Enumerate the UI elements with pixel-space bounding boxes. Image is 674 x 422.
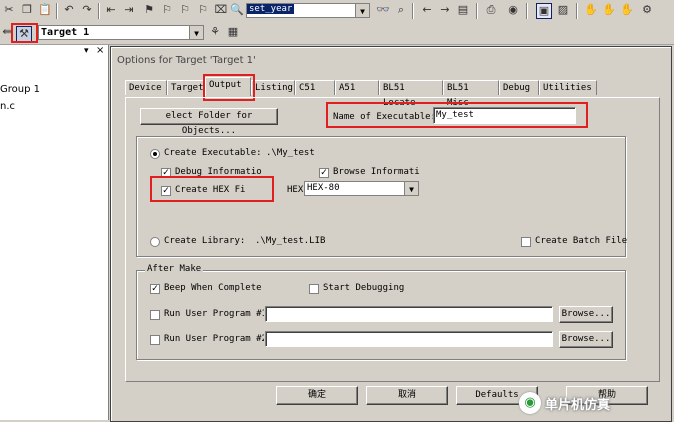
browse-info-label: Browse Informati: [333, 167, 420, 177]
paste-icon[interactable]: 📋: [38, 3, 52, 17]
bookmark-next-icon[interactable]: ⚐: [178, 3, 192, 17]
tab-device[interactable]: Device: [125, 80, 167, 95]
tree-item-file[interactable]: n.c: [0, 101, 15, 112]
hand-icon[interactable]: ✋: [620, 3, 634, 17]
select-folder-button[interactable]: elect Folder for Objects...: [140, 108, 278, 136]
library-path: .\My_test.LIB: [255, 236, 326, 246]
cancel-button[interactable]: 取消: [366, 386, 448, 405]
run-program-1-checkbox[interactable]: [150, 310, 160, 320]
chevron-down-icon[interactable]: ▼: [355, 4, 369, 17]
chevron-down-icon[interactable]: ▼: [189, 26, 203, 39]
tab-c51[interactable]: C51: [295, 80, 335, 95]
after-make-group: After Make ✓ Beep When Complete Start De…: [136, 264, 626, 360]
project-pane: ▾ × Group 1 n.c: [0, 45, 109, 420]
incremental-find-icon[interactable]: ⌕: [394, 3, 408, 17]
undo-icon[interactable]: ↶: [62, 3, 76, 17]
beep-label: Beep When Complete: [164, 283, 262, 293]
run-program-2-label: Run User Program #2: [164, 334, 264, 344]
browse-info-checkbox[interactable]: ✓: [319, 168, 329, 178]
run-program-1-input[interactable]: [265, 306, 553, 322]
build-toolbar: ⇚ ⚒ Target 1 ▼ ⚘ ▦: [0, 22, 674, 45]
clear-bookmarks-icon[interactable]: ⌧: [214, 3, 228, 17]
bookmark-prev-icon[interactable]: ⚐: [160, 3, 174, 17]
hex-format-label: HEX: [287, 185, 304, 195]
toolbar-separator: [56, 3, 58, 19]
run-program-2-checkbox[interactable]: [150, 335, 160, 345]
ok-button[interactable]: 确定: [276, 386, 358, 405]
hex-format-select[interactable]: HEX-80 ▼: [304, 181, 419, 196]
tab-listing[interactable]: Listing: [251, 80, 295, 95]
find-combo-value: set_year: [247, 4, 295, 14]
main-toolbar: ✂ ❐ 📋 ↶ ↷ ⇤ ⇥ ⚑ ⚐ ⚐ ⚐ ⌧ 🔍 set_year ▼ 👓 ⌕…: [0, 0, 674, 23]
tab-utilities[interactable]: Utilities: [539, 80, 597, 95]
tab-debug[interactable]: Debug: [499, 80, 539, 95]
wechat-logo-icon: ◉: [519, 392, 541, 414]
create-batch-checkbox[interactable]: [521, 237, 531, 247]
redo-icon[interactable]: ↷: [80, 3, 94, 17]
highlight-box: [326, 102, 588, 128]
back-arrow-icon[interactable]: ←: [420, 3, 434, 17]
run-program-1-label: Run User Program #1: [164, 309, 264, 319]
toolbar-separator: [476, 3, 478, 19]
tab-bl51-locate[interactable]: BL51 Locate: [379, 80, 443, 108]
goto-icon[interactable]: ▤: [456, 3, 470, 17]
after-make-title: After Make: [145, 264, 204, 274]
print-icon[interactable]: ⎙: [484, 3, 498, 17]
find-in-files-icon[interactable]: 🔍: [230, 3, 244, 17]
pane-pin-icon[interactable]: ▾: [84, 46, 89, 56]
executable-path: .\My_test: [266, 148, 315, 158]
toolbar-separator: [98, 3, 100, 19]
create-batch-label: Create Batch File: [535, 236, 628, 246]
run-program-2-input[interactable]: [265, 331, 553, 347]
toolbar-separator: [412, 3, 414, 19]
output-window-icon[interactable]: ▨: [556, 3, 570, 17]
configure-icon[interactable]: ⚙: [640, 3, 654, 17]
beep-checkbox[interactable]: ✓: [150, 284, 160, 294]
copy-icon[interactable]: ❐: [20, 3, 34, 17]
highlight-box: [11, 23, 38, 43]
bookmark-toggle-icon[interactable]: ⚑: [142, 3, 156, 17]
highlight-box: [150, 176, 274, 202]
create-executable-label: Create Executable:: [164, 148, 262, 158]
watermark-text: 单片机仿真: [545, 398, 611, 413]
options-dialog: Options for Target 'Target 1' Device Tar…: [110, 46, 672, 422]
create-executable-radio[interactable]: [150, 149, 160, 159]
tab-target[interactable]: Target: [167, 80, 205, 95]
toolbar-separator: [526, 3, 528, 19]
indent-icon[interactable]: ⇤: [104, 3, 118, 17]
toolbar-separator: [576, 3, 578, 19]
hand-icon[interactable]: ✋: [602, 3, 616, 17]
bookmark-clear-icon[interactable]: ⚐: [196, 3, 210, 17]
workspace-window-icon[interactable]: ▣: [536, 3, 552, 19]
debug-session-icon[interactable]: ◉: [506, 3, 520, 17]
outdent-icon[interactable]: ⇥: [122, 3, 136, 17]
components-icon[interactable]: ⚘: [208, 25, 222, 39]
start-debugging-label: Start Debugging: [323, 283, 405, 293]
hand-icon[interactable]: ✋: [584, 3, 598, 17]
close-icon[interactable]: ×: [96, 45, 104, 56]
tab-bl51-misc[interactable]: BL51 Misc: [443, 80, 499, 108]
dialog-title: Options for Target 'Target 1': [117, 55, 256, 66]
tab-output[interactable]: Output: [205, 77, 251, 96]
output-tab-panel: elect Folder for Objects... Name of Exec…: [125, 97, 660, 382]
create-library-radio[interactable]: [150, 237, 160, 247]
start-debugging-checkbox[interactable]: [309, 284, 319, 294]
browse-button-2[interactable]: Browse...: [559, 331, 613, 348]
hex-format-value: HEX-80: [307, 183, 340, 193]
browse-button-1[interactable]: Browse...: [559, 306, 613, 323]
target-combo[interactable]: Target 1 ▼: [38, 25, 204, 40]
find-combo[interactable]: set_year ▼: [246, 3, 370, 18]
target-combo-value: Target 1: [41, 27, 90, 38]
tab-a51[interactable]: A51: [335, 80, 379, 95]
cut-icon[interactable]: ✂: [2, 3, 16, 17]
output-group: Create Executable: .\My_test ✓ Debug Inf…: [136, 136, 628, 257]
forward-arrow-icon[interactable]: →: [438, 3, 452, 17]
books-icon[interactable]: ▦: [226, 25, 240, 39]
tree-item-group[interactable]: Group 1: [0, 84, 40, 95]
chevron-down-icon[interactable]: ▼: [404, 182, 418, 195]
binoculars-icon[interactable]: 👓: [376, 3, 390, 17]
create-library-label: Create Library:: [164, 236, 246, 246]
